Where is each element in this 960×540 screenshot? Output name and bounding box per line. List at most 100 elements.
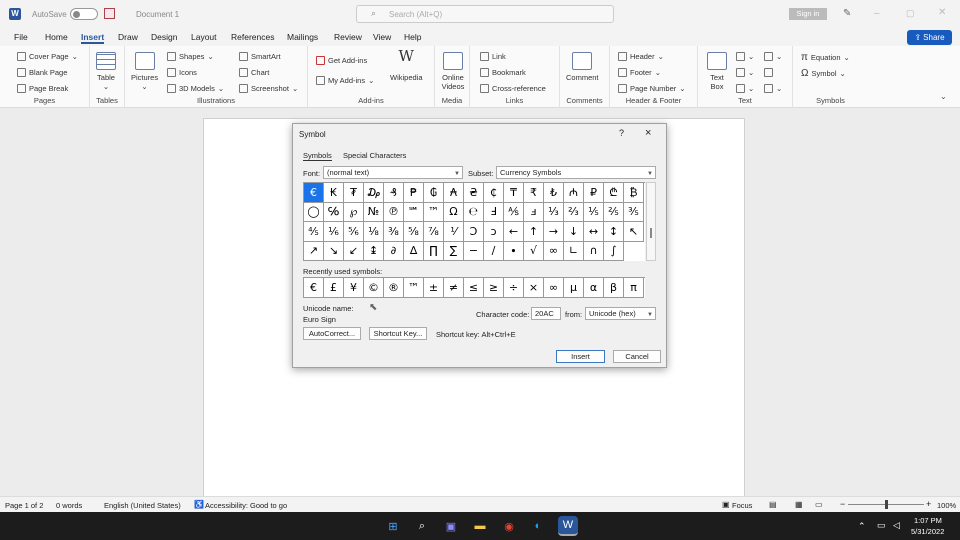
symbol-cell[interactable]: ↑ [524, 222, 544, 242]
print-layout-icon[interactable]: ▦ [795, 500, 803, 509]
symbol-cell[interactable]: ⅔ [564, 202, 584, 222]
3d-models-button[interactable]: 3D Models ⌄ [167, 84, 224, 93]
symbol-cell[interactable]: ◯ [304, 202, 324, 222]
collapse-ribbon-icon[interactable]: ⌄ [940, 92, 947, 101]
zoom-in-icon[interactable]: + [926, 499, 931, 509]
symbol-grid-scrollbar[interactable] [646, 182, 656, 261]
edge-icon[interactable]: ◐ [528, 516, 548, 536]
symbol-cell[interactable]: ↘ [324, 241, 344, 261]
chevron-up-icon[interactable]: ⌃ [858, 521, 866, 532]
symbol-cell[interactable]: ∆ [404, 241, 424, 261]
recent-symbol-cell[interactable]: © [364, 278, 384, 298]
network-icon[interactable]: ▭ [877, 520, 886, 531]
symbol-cell[interactable]: ↕ [604, 222, 624, 242]
tab-view[interactable]: View [373, 32, 391, 42]
object-button[interactable]: ⌄ [764, 84, 782, 93]
symbol-cell[interactable]: ⅖ [604, 202, 624, 222]
character-code-input[interactable]: 20AC [531, 307, 561, 320]
sign-in-button[interactable]: Sign in [789, 8, 827, 20]
symbol-cell[interactable]: ₼ [564, 183, 584, 203]
tab-design[interactable]: Design [151, 32, 177, 42]
equation-button[interactable]: π Equation ⌄ [801, 52, 850, 63]
footer-button[interactable]: Footer ⌄ [618, 68, 661, 77]
symbol-cell[interactable]: ₮ [344, 183, 364, 203]
recent-symbol-cell[interactable]: × [524, 278, 544, 298]
symbol-cell[interactable]: ↙ [344, 241, 364, 261]
start-icon[interactable]: ⊞ [383, 516, 403, 536]
symbol-cell[interactable]: ↖ [624, 222, 644, 242]
shapes-button[interactable]: Shapes ⌄ [167, 52, 214, 61]
symbol-cell[interactable]: ⅞ [424, 222, 444, 242]
blank-page-button[interactable]: Blank Page [17, 68, 67, 77]
drop-cap-button[interactable]: ⌄ [736, 84, 754, 93]
symbol-cell[interactable]: Ⅎ [484, 202, 504, 222]
clock-date[interactable]: 5/31/2022 [911, 527, 944, 536]
symbol-cell[interactable]: ↔ [584, 222, 604, 242]
page-number-button[interactable]: Page Number ⌄ [618, 84, 686, 93]
symbol-cell[interactable]: Ↄ [464, 222, 484, 242]
symbol-cell[interactable]: ₱ [404, 183, 424, 203]
tab-mailings[interactable]: Mailings [287, 32, 318, 42]
symbol-cell[interactable]: ₾ [604, 183, 624, 203]
my-addins-button[interactable]: My Add-ins ⌄ [316, 76, 374, 85]
zoom-slider[interactable] [848, 500, 924, 509]
symbol-cell[interactable]: ∟ [564, 241, 584, 261]
word-count[interactable]: 0 words [56, 501, 82, 510]
symbol-cell[interactable]: ⅎ [524, 202, 544, 222]
symbol-cell[interactable]: ₴ [464, 183, 484, 203]
symbol-cell[interactable]: ↗ [304, 241, 324, 261]
focus-button[interactable]: Focus [732, 501, 752, 510]
symbol-cell[interactable]: ⅝ [404, 222, 424, 242]
comment-button[interactable]: Comment [566, 52, 599, 82]
symbol-cell[interactable]: ⅜ [384, 222, 404, 242]
word-taskbar-icon[interactable]: W [558, 516, 578, 536]
page-break-button[interactable]: Page Break [17, 84, 68, 93]
web-layout-icon[interactable]: ▭ [815, 500, 823, 509]
chart-button[interactable]: Chart [239, 68, 269, 77]
autocorrect-button[interactable]: AutoCorrect... [303, 327, 361, 340]
tab-file[interactable]: File [14, 32, 28, 42]
recent-symbol-cell[interactable]: ≥ [484, 278, 504, 298]
symbol-cell[interactable]: Ω [444, 202, 464, 222]
get-addins-button[interactable]: Get Add-ins [316, 56, 367, 65]
symbol-cell[interactable]: ₿ [624, 183, 644, 203]
wordart-button[interactable]: ⌄ [736, 68, 754, 77]
symbol-cell[interactable]: № [364, 202, 384, 222]
clock-time[interactable]: 1:07 PM [914, 516, 942, 525]
recent-symbol-cell[interactable]: ™ [404, 278, 424, 298]
zoom-out-icon[interactable]: − [840, 499, 845, 509]
symbol-cell[interactable]: ⅕ [584, 202, 604, 222]
screenshot-button[interactable]: Screenshot ⌄ [239, 84, 298, 93]
symbol-cell[interactable]: ₽ [584, 183, 604, 203]
table-button[interactable]: Table ⌄ [96, 52, 116, 91]
quick-parts-button[interactable]: ⌄ [736, 52, 754, 61]
page-count[interactable]: Page 1 of 2 [5, 501, 43, 510]
signature-line-button[interactable]: ⌄ [764, 52, 782, 61]
tab-special-characters[interactable]: Special Characters [343, 151, 406, 160]
smartart-button[interactable]: SmartArt [239, 52, 281, 61]
tab-insert[interactable]: Insert [81, 32, 105, 44]
symbol-cell[interactable]: ∏ [424, 241, 444, 261]
symbol-cell[interactable]: ⅟ [444, 222, 464, 242]
pen-icon[interactable]: ✎ [843, 8, 851, 19]
subset-select[interactable]: Currency Symbols ▼ [496, 166, 656, 179]
tab-symbols[interactable]: Symbols [303, 151, 332, 161]
wikipedia-button[interactable]: W Wikipedia [390, 49, 423, 83]
symbol-cell[interactable]: ∩ [584, 241, 604, 261]
bookmark-button[interactable]: Bookmark [480, 68, 526, 77]
tab-references[interactable]: References [231, 32, 274, 42]
symbol-cell[interactable]: ₸ [504, 183, 524, 203]
symbol-cell[interactable]: ₲ [424, 183, 444, 203]
recent-symbol-cell[interactable]: ≠ [444, 278, 464, 298]
symbol-cell[interactable]: ℮ [464, 202, 484, 222]
symbol-cell[interactable]: ℅ [324, 202, 344, 222]
recent-symbol-cell[interactable]: ¥ [344, 278, 364, 298]
tab-draw[interactable]: Draw [118, 32, 138, 42]
cross-reference-button[interactable]: Cross-reference [480, 84, 546, 93]
symbol-cell[interactable]: ⅚ [344, 222, 364, 242]
symbol-cell[interactable]: ₭ [324, 183, 344, 203]
search-taskbar-icon[interactable]: ⌕ [412, 516, 432, 536]
help-button[interactable]: ? [619, 128, 624, 138]
symbol-cell[interactable]: ← [504, 222, 524, 242]
symbol-cell[interactable]: ∑ [444, 241, 464, 261]
